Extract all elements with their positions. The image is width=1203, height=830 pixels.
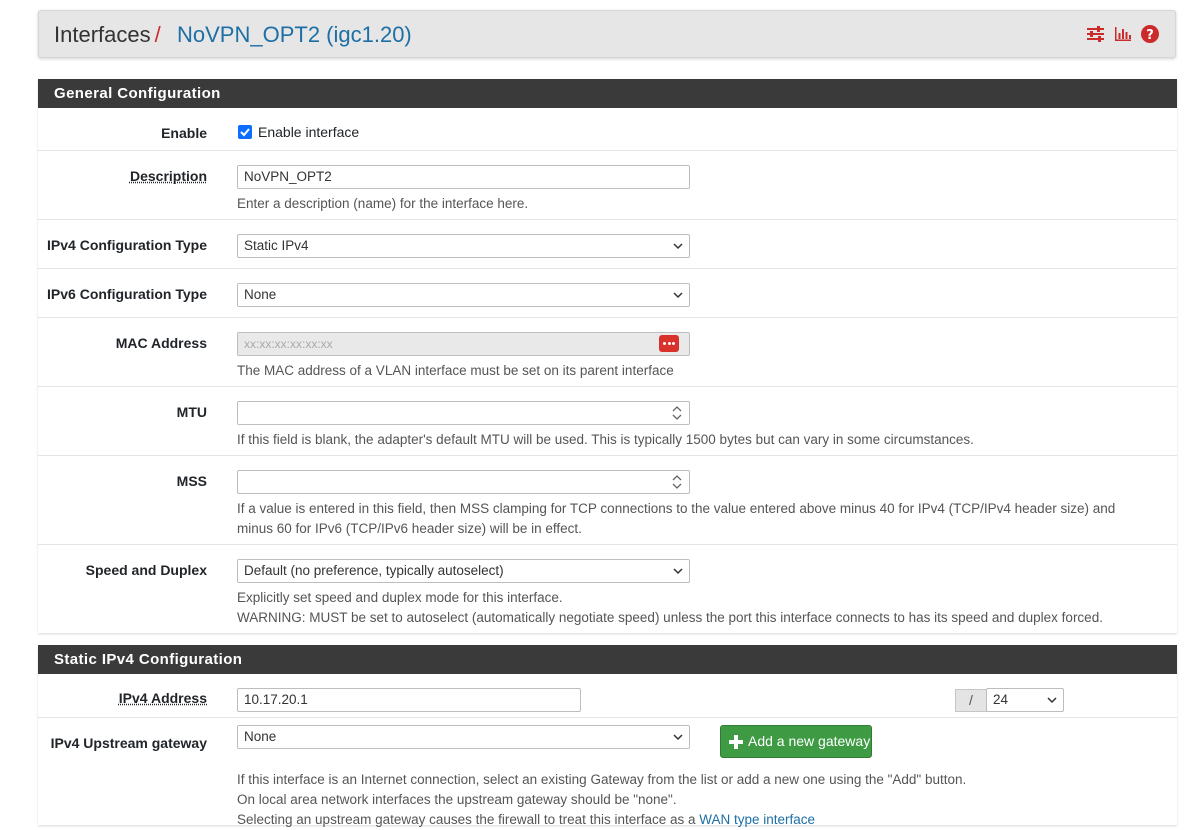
ipv4-address-label: IPv4 Address: [118, 690, 207, 706]
mss-label: MSS: [176, 473, 207, 489]
cidr-value: 24: [993, 692, 1009, 707]
enable-label: Enable: [161, 125, 207, 141]
ipv4-address-row: IPv4 Address 10.17.20.1 / 24: [38, 674, 1177, 718]
chevron-down-icon: [1047, 697, 1057, 704]
mtu-label: MTU: [176, 404, 207, 420]
wan-type-interface-link[interactable]: WAN type interface: [699, 812, 815, 827]
svg-text:?: ?: [1146, 28, 1154, 43]
ipv6-type-select[interactable]: None: [237, 283, 690, 307]
mss-input[interactable]: [237, 470, 690, 494]
breadcrumb-root[interactable]: Interfaces: [54, 22, 151, 47]
static-ipv4-panel: Static IPv4 Configuration IPv4 Address 1…: [38, 645, 1177, 828]
ipv6-type-row: IPv6 Configuration Type None: [38, 269, 1177, 318]
help-icon[interactable]: ?: [1141, 25, 1159, 43]
speed-label: Speed and Duplex: [85, 562, 207, 578]
spinner-icon[interactable]: [671, 405, 683, 421]
cidr-separator: /: [955, 689, 987, 712]
speed-help-line2: WARNING: MUST be set to autoselect (auto…: [237, 610, 1103, 625]
enable-checkbox[interactable]: [238, 125, 252, 139]
mac-label: MAC Address: [115, 335, 207, 351]
mac-placeholder: xx:xx:xx:xx:xx:xx: [244, 337, 333, 351]
mtu-help: If this field is blank, the adapter's de…: [237, 432, 974, 447]
panel-heading-general: General Configuration: [38, 79, 1177, 108]
speed-help-line1: Explicitly set speed and duplex mode for…: [237, 590, 563, 605]
bar-chart-icon[interactable]: [1114, 26, 1132, 42]
chevron-down-icon: [673, 568, 683, 575]
panel-heading-static-ipv4: Static IPv4 Configuration: [38, 645, 1177, 674]
ipv4-type-select[interactable]: Static IPv4: [237, 234, 690, 258]
mac-input: xx:xx:xx:xx:xx:xx: [237, 332, 690, 356]
spinner-icon[interactable]: [671, 474, 683, 490]
ipv6-type-value: None: [244, 287, 277, 302]
checkmark-icon: [240, 128, 250, 137]
enable-row: Enable Enable interface: [38, 108, 1177, 151]
enable-checkbox-label[interactable]: Enable interface: [258, 124, 359, 140]
chevron-down-icon: [673, 734, 683, 741]
mss-help-line1: If a value is entered in this field, the…: [237, 501, 1116, 516]
ipv4-type-row: IPv4 Configuration Type Static IPv4: [38, 220, 1177, 269]
gateway-row: IPv4 Upstream gateway None Add a new gat…: [38, 718, 1177, 828]
add-gateway-button[interactable]: Add a new gateway: [720, 725, 872, 758]
breadcrumb-bar: Interfaces / NoVPN_OPT2 (igc1.20) ?: [38, 10, 1176, 58]
description-row: Description NoVPN_OPT2 Enter a descripti…: [38, 151, 1177, 220]
breadcrumb-separator: /: [154, 22, 161, 47]
mss-row: MSS If a value is entered in this field,…: [38, 456, 1177, 545]
breadcrumb: Interfaces /: [54, 22, 161, 48]
cidr-select[interactable]: 24: [986, 688, 1064, 712]
description-label: Description: [129, 168, 207, 184]
speed-value: Default (no preference, typically autose…: [244, 563, 504, 578]
chevron-down-icon: [673, 292, 683, 299]
mac-row: MAC Address xx:xx:xx:xx:xx:xx The MAC ad…: [38, 318, 1177, 387]
gateway-help-line2: On local area network interfaces the ups…: [237, 792, 677, 807]
add-gateway-label: Add a new gateway: [748, 733, 871, 749]
gateway-value: None: [244, 729, 277, 744]
ipv4-address-input[interactable]: 10.17.20.1: [237, 688, 581, 712]
description-help: Enter a description (name) for the inter…: [237, 196, 529, 211]
gateway-label: IPv4 Upstream gateway: [50, 735, 207, 751]
ipv4-type-label: IPv4 Configuration Type: [47, 237, 207, 253]
header-icons: ?: [1086, 25, 1159, 43]
mtu-row: MTU If this field is blank, the adapter'…: [38, 387, 1177, 456]
sliders-icon[interactable]: [1086, 26, 1105, 42]
gateway-help-line3-text: Selecting an upstream gateway causes the…: [237, 812, 700, 827]
mac-generate-button[interactable]: [659, 335, 679, 352]
description-input[interactable]: NoVPN_OPT2: [237, 165, 690, 189]
gateway-help-line1: If this interface is an Internet connect…: [237, 772, 967, 787]
mtu-input[interactable]: [237, 401, 690, 425]
speed-select[interactable]: Default (no preference, typically autose…: [237, 559, 690, 583]
plus-icon: [729, 735, 743, 749]
mac-help: The MAC address of a VLAN interface must…: [237, 363, 674, 378]
general-configuration-panel: General Configuration Enable Enable inte…: [38, 79, 1177, 633]
page-title[interactable]: NoVPN_OPT2 (igc1.20): [177, 22, 412, 48]
ipv6-type-label: IPv6 Configuration Type: [47, 286, 207, 302]
ipv4-type-value: Static IPv4: [244, 238, 309, 253]
mss-help-line2: minus 60 for IPv6 (TCP/IPv6 header size)…: [237, 521, 582, 536]
speed-row: Speed and Duplex Default (no preference,…: [38, 545, 1177, 634]
gateway-help-line3: Selecting an upstream gateway causes the…: [237, 810, 815, 830]
gateway-select[interactable]: None: [237, 725, 690, 749]
chevron-down-icon: [673, 243, 683, 250]
